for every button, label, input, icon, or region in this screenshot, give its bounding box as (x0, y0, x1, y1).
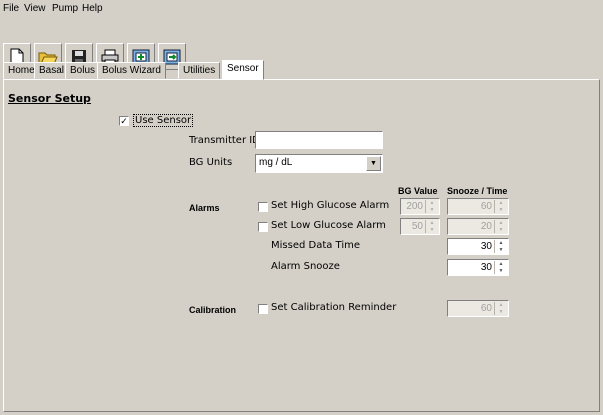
low-snooze-value: 20 (480, 221, 492, 232)
high-snooze-value: 60 (480, 201, 492, 212)
spinner-arrows-icon[interactable]: ▲ ▼ (494, 261, 507, 274)
missed-data-time-label: Missed Data Time (271, 240, 361, 251)
menu-pump[interactable]: Pump (52, 3, 78, 14)
section-title: Sensor Setup (8, 92, 91, 105)
transmitter-id-input[interactable] (255, 131, 383, 149)
calibration-reminder-spinner[interactable]: 60 ▲ ▼ (447, 300, 509, 317)
bg-units-select[interactable]: mg / dL ▼ (255, 154, 383, 173)
alarm-snooze-spinner[interactable]: 30 ▲ ▼ (447, 259, 509, 276)
low-glucose-checkbox[interactable] (258, 222, 268, 232)
high-bg-spinner[interactable]: 200 ▲ ▼ (400, 198, 440, 215)
high-glucose-checkbox[interactable] (258, 202, 268, 212)
use-sensor-label: Use Sensor (133, 114, 194, 127)
bg-value-header: BG Value (398, 186, 438, 196)
alarms-group-label: Alarms (189, 203, 220, 213)
low-bg-spinner[interactable]: 50 ▲ ▼ (400, 218, 440, 235)
alarm-snooze-label: Alarm Snooze (271, 261, 340, 272)
calibration-group-label: Calibration (189, 305, 237, 315)
missed-data-time-spinner[interactable]: 30 ▲ ▼ (447, 238, 509, 255)
spinner-arrows-icon[interactable]: ▲ ▼ (494, 240, 507, 253)
calibration-reminder-checkbox[interactable] (258, 304, 268, 314)
low-snooze-spinner[interactable]: 20 ▲ ▼ (447, 218, 509, 235)
menu-help[interactable]: Help (82, 3, 103, 14)
low-glucose-label: Set Low Glucose Alarm (271, 220, 386, 231)
use-sensor-checkbox[interactable]: ✓ (119, 116, 129, 126)
alarm-snooze-value: 30 (480, 262, 492, 273)
spinner-arrows-icon[interactable]: ▲ ▼ (494, 200, 507, 213)
menu-file[interactable]: File (3, 3, 19, 14)
bg-units-label: BG Units (189, 157, 233, 168)
menu-view[interactable]: View (24, 3, 46, 14)
spinner-arrows-icon[interactable]: ▲ ▼ (494, 220, 507, 233)
missed-data-time-value: 30 (480, 241, 492, 252)
high-bg-value: 200 (406, 201, 423, 212)
high-snooze-spinner[interactable]: 60 ▲ ▼ (447, 198, 509, 215)
transmitter-id-label: Transmitter ID (189, 135, 260, 146)
spinner-arrows-icon[interactable]: ▲ ▼ (425, 200, 438, 213)
spinner-arrows-icon[interactable]: ▲ ▼ (425, 220, 438, 233)
bg-units-value: mg / dL (259, 157, 293, 168)
tab-utilities[interactable]: Utilities (178, 62, 221, 79)
spinner-arrows-icon[interactable]: ▲ ▼ (494, 302, 507, 315)
tab-basal[interactable]: Basal (34, 62, 70, 79)
tab-bolus[interactable]: Bolus (65, 62, 101, 79)
calibration-reminder-value: 60 (480, 303, 492, 314)
tab-sensor[interactable]: Sensor (222, 60, 264, 80)
calibration-reminder-label: Set Calibration Reminder (271, 302, 397, 313)
toolbar (0, 17, 603, 70)
high-glucose-label: Set High Glucose Alarm (271, 200, 390, 211)
menu-bar: File View Pump Help (0, 0, 603, 17)
snooze-time-header: Snooze / Time (447, 186, 508, 196)
chevron-down-icon[interactable]: ▼ (366, 156, 381, 171)
low-bg-value: 50 (411, 221, 423, 232)
tab-bolus-wizard[interactable]: Bolus Wizard (97, 62, 166, 79)
